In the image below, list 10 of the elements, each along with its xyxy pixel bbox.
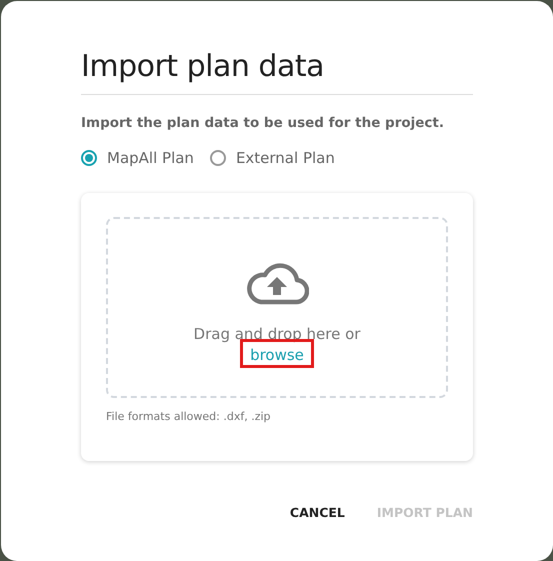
formats-note: File formats allowed: .dxf, .zip bbox=[106, 410, 272, 423]
dialog-title: Import plan data bbox=[81, 49, 473, 95]
browse-link[interactable]: browse bbox=[250, 346, 304, 364]
description-text: Import the plan data to be used for the project. bbox=[81, 115, 446, 131]
cloud-upload-icon bbox=[245, 263, 309, 305]
plan-type-radio[interactable]: MapAll Plan bbox=[81, 149, 194, 167]
plan-type-radio[interactable]: External Plan bbox=[210, 149, 335, 167]
dropzone[interactable]: Drag and drop here or browse bbox=[106, 217, 448, 398]
dialog-button[interactable]: CANCEL bbox=[290, 505, 345, 520]
dropzone-prompt: Drag and drop here or bbox=[194, 325, 360, 343]
